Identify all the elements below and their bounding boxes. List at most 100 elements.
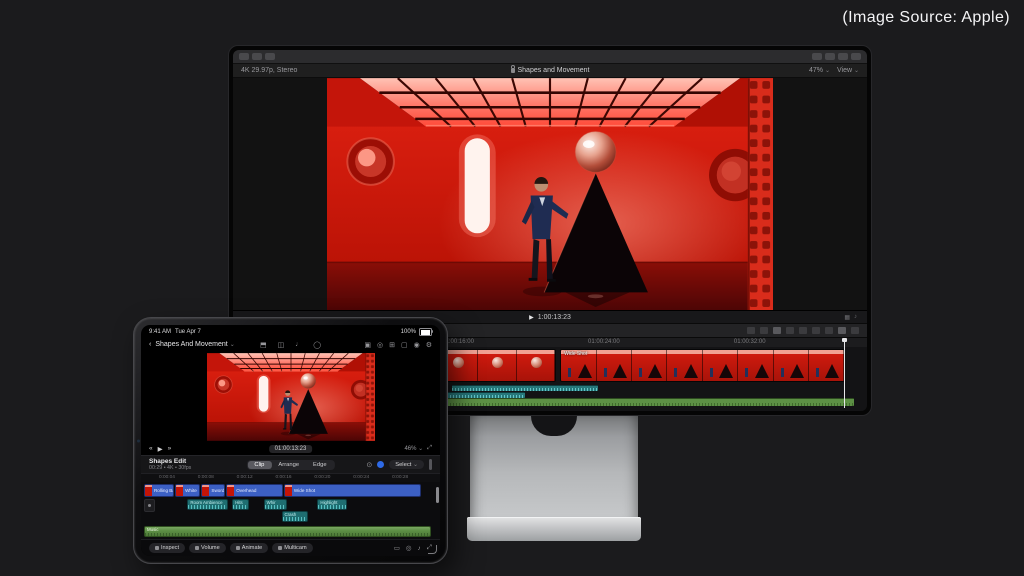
multicam-button[interactable]: Multicam (272, 543, 312, 553)
share-icon[interactable] (851, 53, 861, 60)
display-icon[interactable]: ▢ (401, 341, 408, 349)
project-title-group: Shapes and Movement (233, 67, 867, 74)
speaker-icon[interactable]: ♪ (418, 545, 421, 552)
ipad-project-meta: 00:29 • 4K • 30fps (149, 465, 191, 471)
clip-thumbnail (227, 485, 234, 496)
audio-meter-icon[interactable]: ▦ (844, 314, 850, 321)
monitor-stand-base (467, 517, 641, 541)
audio-clip[interactable]: Highlight (317, 499, 347, 510)
fullscreen-icon[interactable]: ⤢ (427, 445, 432, 452)
effects-browser-icon[interactable] (265, 53, 275, 60)
effects-icon[interactable] (825, 327, 833, 334)
ruler-label: 0:00:20 (314, 475, 330, 480)
viewer-zoom-menu[interactable]: 47% ⌄ (809, 67, 830, 74)
link-icon[interactable]: ◎ (377, 341, 383, 349)
audio-clip[interactable]: Hits (232, 499, 248, 510)
ruler-label: 0:00:28 (392, 475, 408, 480)
record-voiceover-icon[interactable]: ◎ (406, 544, 412, 552)
fcp-titlebar (233, 50, 867, 64)
ipad-timeline-header: Shapes Edit 00:29 • 4K • 30fps Clip Arra… (141, 455, 440, 473)
connect-icon[interactable] (760, 327, 768, 334)
ruler-label: 0:00:16 (276, 475, 292, 480)
airplay-icon[interactable]: ▣ (364, 341, 371, 349)
ipad-bottom-toolbar: Inspect Volume Animate Multicam ▭ ◎ (141, 539, 440, 556)
trash-icon[interactable]: ▭ (394, 544, 400, 552)
skip-back-icon[interactable]: « (149, 445, 153, 452)
timeline-toggle-icon[interactable] (825, 53, 835, 60)
media-browser-icon[interactable] (252, 53, 262, 60)
ipad-zoom-menu[interactable]: 46% ⌄ (404, 445, 423, 452)
video-clip[interactable]: Sword (201, 484, 225, 497)
transitions-icon[interactable] (838, 327, 846, 334)
eye-icon[interactable]: ⊙ (366, 461, 372, 469)
video-clip-wide-shot[interactable]: Wide Shot (560, 349, 845, 382)
mirror-icon[interactable]: ◉ (414, 341, 420, 349)
ruler-label: 0:00:12 (237, 475, 253, 480)
ruler-label: 0:00:08 (198, 475, 214, 480)
animate-button[interactable]: Animate (230, 543, 269, 553)
index-toggle-icon[interactable] (812, 53, 822, 60)
ipad-timecode: 01:00:13:23 (269, 445, 313, 453)
play-icon[interactable]: ▶ (158, 445, 163, 453)
status-date: Tue Apr 7 (175, 329, 201, 335)
settings-icon[interactable] (851, 327, 859, 334)
audio-clip[interactable]: Crash (282, 511, 309, 522)
append-icon[interactable] (786, 327, 794, 334)
fcp-ipad-app: 9:41 AM Tue Apr 7 100% ‹ Shapes And Move… (141, 325, 440, 556)
camera-icon[interactable]: ◫ (278, 341, 285, 349)
inspect-icon (155, 546, 159, 550)
chevron-down-icon: ⌄ (854, 68, 859, 74)
music-clip[interactable]: Music (144, 526, 431, 537)
settings-gear-icon[interactable]: ⚙ (426, 341, 432, 349)
trim-tool-icon[interactable] (812, 327, 820, 334)
status-time: 9:41 AM (149, 329, 171, 335)
gap-clip[interactable] (144, 499, 155, 512)
inspector-toggle-icon[interactable] (838, 53, 848, 60)
play-icon[interactable]: ▶ (529, 314, 534, 321)
chevron-down-icon: ⌄ (413, 462, 418, 468)
animate-icon (236, 546, 240, 550)
volume-icon (195, 546, 199, 550)
zoom-slider[interactable] (429, 459, 432, 470)
segment-clip[interactable]: Clip (247, 461, 271, 469)
video-clip[interactable]: Wide Shot (284, 484, 422, 497)
ipad-timeline-ruler[interactable]: 0:00:04 0:00:08 0:00:12 0:00:16 0:00:20 … (141, 473, 440, 482)
viewer-canvas (233, 78, 867, 310)
viewer-infobar: 4K 29.97p, Stereo Shapes and Movement 47… (233, 64, 867, 78)
audio-clip[interactable]: Room Ambience (187, 499, 227, 510)
clip-thumbnail (202, 485, 209, 496)
insert-icon[interactable] (773, 327, 781, 334)
sidebar-toggle-icon[interactable] (239, 53, 249, 60)
import-icon[interactable]: ⬒ (260, 341, 267, 349)
viewer-video-frame (327, 77, 773, 312)
status-bar: 9:41 AM Tue Apr 7 100% (141, 325, 440, 337)
mode-segmented-control: Clip Arrange Edge (246, 460, 334, 470)
playhead[interactable] (844, 338, 845, 408)
index-icon[interactable] (747, 327, 755, 334)
video-clip[interactable]: White (175, 484, 200, 497)
select-menu[interactable]: Select ⌄ (389, 460, 424, 469)
overwrite-icon[interactable] (799, 327, 807, 334)
skip-forward-icon[interactable]: » (168, 445, 172, 452)
volume-button[interactable]: Volume (189, 543, 226, 553)
stage: (Image Source: Apple) 4K 29.97p (0, 0, 1024, 576)
ipad-project-name: Shapes Edit (149, 458, 191, 465)
jump-button[interactable] (377, 461, 384, 468)
ipad-viewer (141, 352, 440, 442)
segment-arrange[interactable]: Arrange (271, 461, 306, 469)
audio-clip[interactable] (452, 385, 598, 391)
grid-icon[interactable]: ⊞ (389, 341, 395, 349)
inspect-button[interactable]: Inspect (149, 543, 185, 553)
audio-note-icon[interactable]: ♪ (854, 314, 857, 321)
mic-icon[interactable]: ♩ (295, 341, 302, 349)
ruler-label: 01:00:24:00 (588, 339, 620, 345)
view-menu[interactable]: View ⌄ (837, 67, 859, 74)
video-clip[interactable]: Rolling Ball (144, 484, 174, 497)
ipad-timeline-tracks: Rolling Ball White Sword Overhead Wide S… (141, 482, 440, 539)
clip-label: Wide Shot (564, 351, 587, 357)
video-clip[interactable]: Overhead (226, 484, 283, 497)
record-icon[interactable]: ◯ (313, 341, 321, 349)
segment-edge[interactable]: Edge (306, 461, 334, 469)
audio-clip[interactable]: Whir (264, 499, 288, 510)
timeline-scrollbar[interactable] (436, 487, 439, 503)
